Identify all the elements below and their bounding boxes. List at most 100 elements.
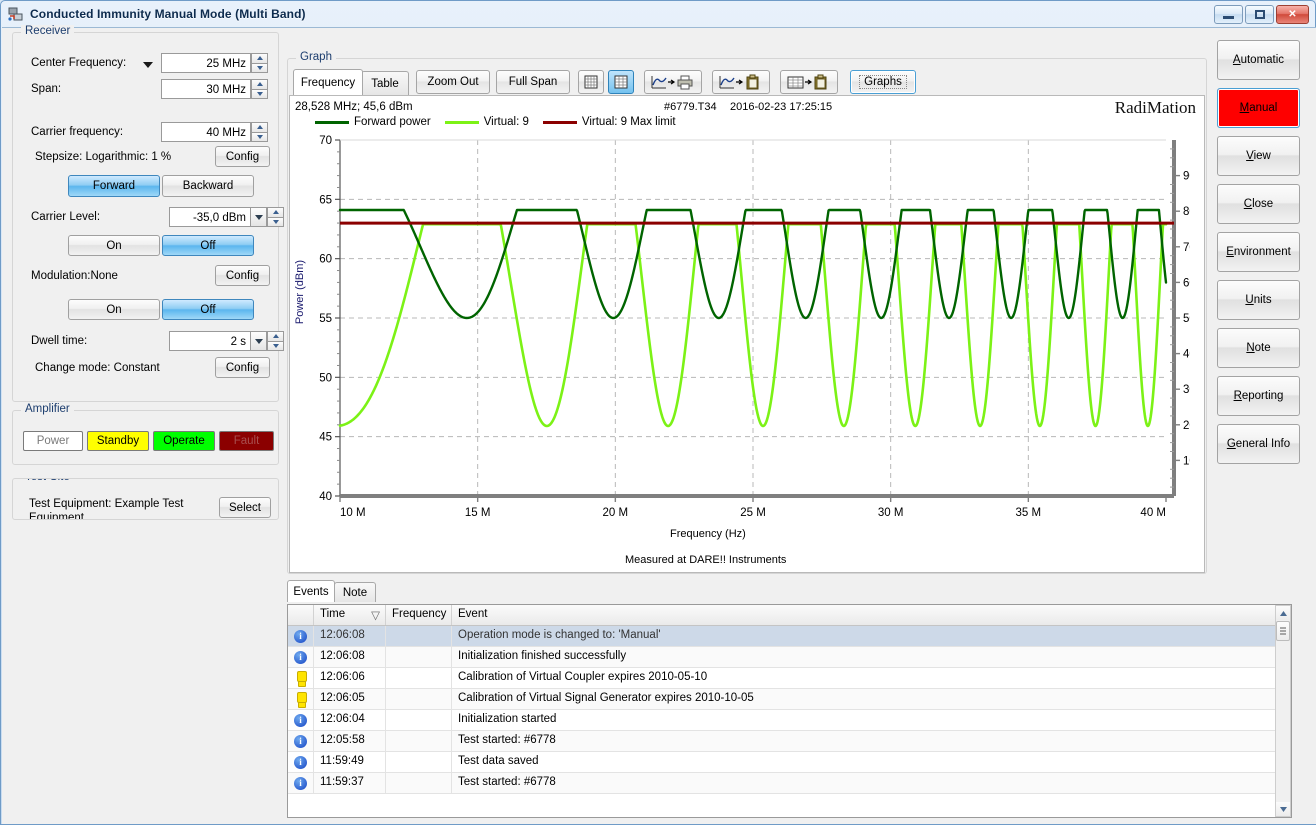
- print-graph-button[interactable]: [644, 70, 702, 94]
- mode-button-view[interactable]: View: [1217, 136, 1300, 176]
- events-col-event[interactable]: Event: [452, 605, 1291, 625]
- table-row[interactable]: i 12:05:58 Test started: #6778: [288, 731, 1291, 752]
- application-window: Conducted Immunity Manual Mode (Multi Ba…: [0, 0, 1316, 825]
- forward-button[interactable]: Forward: [68, 175, 160, 197]
- mode-button-label: Manual: [1239, 102, 1278, 114]
- carrier-level-input[interactable]: -35,0 dBm: [169, 207, 251, 227]
- mode-button-label: View: [1246, 150, 1271, 162]
- tab-frequency[interactable]: Frequency: [293, 69, 363, 95]
- zoom-out-button[interactable]: Zoom Out: [416, 70, 490, 94]
- dwell-time-dropdown-icon[interactable]: [251, 331, 267, 351]
- amplifier-groupbox: Amplifier Power Standby Operate Fault: [12, 403, 279, 465]
- table-row[interactable]: i 11:59:49 Test data saved: [288, 752, 1291, 773]
- info-icon: i: [288, 710, 314, 730]
- maximize-button[interactable]: [1245, 5, 1274, 24]
- grid-highlight-icon: [614, 75, 628, 89]
- graph-canvas[interactable]: 28,528 MHz; 45,6 dBm #6779.T34 2016-02-2…: [289, 95, 1212, 573]
- table-to-clipboard-icon: [787, 74, 827, 90]
- plot-svg: 40 45 50 55 60 65 70 10 M 15 M 20 M 25 M 30 M 35 M 40…: [319, 135, 1212, 519]
- tab-table[interactable]: Table: [361, 71, 409, 95]
- table-row[interactable]: 12:06:06 Calibration of Virtual Coupler e…: [288, 668, 1291, 689]
- events-col-time[interactable]: Time ▽: [314, 605, 386, 625]
- mode-button-reporting[interactable]: Reporting: [1217, 376, 1300, 416]
- carrier-level-spinner[interactable]: [267, 207, 284, 227]
- span-field[interactable]: 30 MHz: [161, 79, 268, 99]
- minimize-button[interactable]: [1214, 5, 1243, 24]
- amp-lamp-operate[interactable]: Operate: [153, 431, 215, 451]
- graph-test-id: #6779.T34: [664, 101, 717, 113]
- legend-item-virtual-9-max-limit: Virtual: 9 Max limit: [542, 116, 676, 128]
- amp-lamp-standby[interactable]: Standby: [87, 431, 149, 451]
- table-row[interactable]: i 12:06:04 Initialization started: [288, 710, 1291, 731]
- carrier-on-button[interactable]: On: [68, 235, 160, 256]
- modulation-label: Modulation:None: [31, 270, 118, 282]
- carrier-frequency-input[interactable]: 40 MHz: [161, 122, 251, 142]
- carrier-off-button[interactable]: Off: [162, 235, 254, 256]
- events-table[interactable]: Time ▽ Frequency Event i 12:06:08 Operatio…: [287, 604, 1292, 818]
- events-panel: Events Note Time ▽ Frequency Event i 12:0…: [287, 580, 1292, 818]
- tab-note[interactable]: Note: [334, 582, 376, 602]
- copy-table-button[interactable]: [780, 70, 838, 94]
- tab-events[interactable]: Events: [287, 580, 335, 602]
- graphs-button[interactable]: Graphs: [850, 70, 916, 94]
- amp-lamp-power[interactable]: Power: [23, 431, 83, 451]
- info-icon: i: [288, 647, 314, 667]
- modulation-off-button[interactable]: Off: [162, 299, 254, 320]
- graph-legend: Forward power Virtual: 9 Virtual: 9 Max …: [315, 116, 676, 128]
- stepsize-config-button[interactable]: Config: [215, 146, 270, 167]
- mode-button-close[interactable]: Close: [1217, 184, 1300, 224]
- events-scroll-thumb[interactable]: [1276, 621, 1290, 641]
- modulation-on-button[interactable]: On: [68, 299, 160, 320]
- full-span-button[interactable]: Full Span: [496, 70, 570, 94]
- close-button[interactable]: ✕: [1276, 5, 1309, 24]
- events-scroll-up-button[interactable]: [1276, 606, 1290, 620]
- warning-icon: [288, 689, 314, 709]
- carrier-level-field[interactable]: -35,0 dBm: [169, 207, 284, 227]
- dwell-time-spinner[interactable]: [267, 331, 284, 351]
- modulation-config-button[interactable]: Config: [215, 265, 270, 286]
- change-mode-label: Change mode: Constant: [35, 362, 160, 374]
- center-frequency-spinner[interactable]: [251, 53, 268, 73]
- cell-time: 11:59:49: [314, 752, 386, 772]
- dwell-time-field[interactable]: 2 s: [169, 331, 284, 351]
- mode-button-manual[interactable]: Manual: [1217, 88, 1300, 128]
- center-frequency-input[interactable]: 25 MHz: [161, 53, 251, 73]
- legend-label: Forward power: [354, 116, 431, 128]
- mode-button-units[interactable]: Units: [1217, 280, 1300, 320]
- graph-groupbox: Graph Frequency Table Zoom Out Full Span: [287, 51, 1212, 574]
- svg-text:20: 20: [1183, 420, 1190, 432]
- events-col-frequency[interactable]: Frequency: [386, 605, 452, 625]
- dwell-time-input[interactable]: 2 s: [169, 331, 251, 351]
- mode-button-automatic[interactable]: Automatic: [1217, 40, 1300, 80]
- center-frequency-field[interactable]: 25 MHz: [161, 53, 268, 73]
- grid-highlight-icon-button[interactable]: [608, 70, 634, 94]
- mode-button-note[interactable]: Note: [1217, 328, 1300, 368]
- table-row[interactable]: i 12:06:08 Initialization finished success…: [288, 647, 1291, 668]
- cell-time: 11:59:37: [314, 773, 386, 793]
- amp-lamp-fault[interactable]: Fault: [219, 431, 274, 451]
- span-spinner[interactable]: [251, 79, 268, 99]
- mode-button-general-info[interactable]: General Info: [1217, 424, 1300, 464]
- events-scrollbar[interactable]: [1275, 605, 1291, 817]
- info-icon: i: [288, 773, 314, 793]
- table-row[interactable]: 12:06:05 Calibration of Virtual Signal Ge…: [288, 689, 1291, 710]
- events-scroll-down-button[interactable]: [1276, 802, 1290, 816]
- testsite-select-button[interactable]: Select: [219, 497, 271, 518]
- change-mode-config-button[interactable]: Config: [215, 357, 270, 378]
- center-frequency-dropdown-caret[interactable]: [143, 62, 153, 68]
- svg-text:80: 80: [1183, 206, 1190, 218]
- backward-button[interactable]: Backward: [162, 175, 254, 197]
- mode-button-environment[interactable]: Environment: [1217, 232, 1300, 272]
- span-input[interactable]: 30 MHz: [161, 79, 251, 99]
- test-equipment-label: Test Equipment: Example Test Equipment: [29, 498, 184, 520]
- table-row[interactable]: i 12:06:08 Operation mode is changed to: '…: [288, 626, 1291, 647]
- grid-icon-button[interactable]: [578, 70, 604, 94]
- svg-text:70: 70: [319, 135, 332, 147]
- carrier-level-dropdown-icon[interactable]: [251, 207, 267, 227]
- carrier-frequency-spinner[interactable]: [251, 122, 268, 142]
- table-row[interactable]: i 11:59:37 Test started: #6778: [288, 773, 1291, 794]
- carrier-frequency-field[interactable]: 40 MHz: [161, 122, 268, 142]
- mode-button-label: Reporting: [1233, 390, 1284, 402]
- copy-graph-button[interactable]: [712, 70, 770, 94]
- window-controls: ✕: [1214, 5, 1309, 24]
